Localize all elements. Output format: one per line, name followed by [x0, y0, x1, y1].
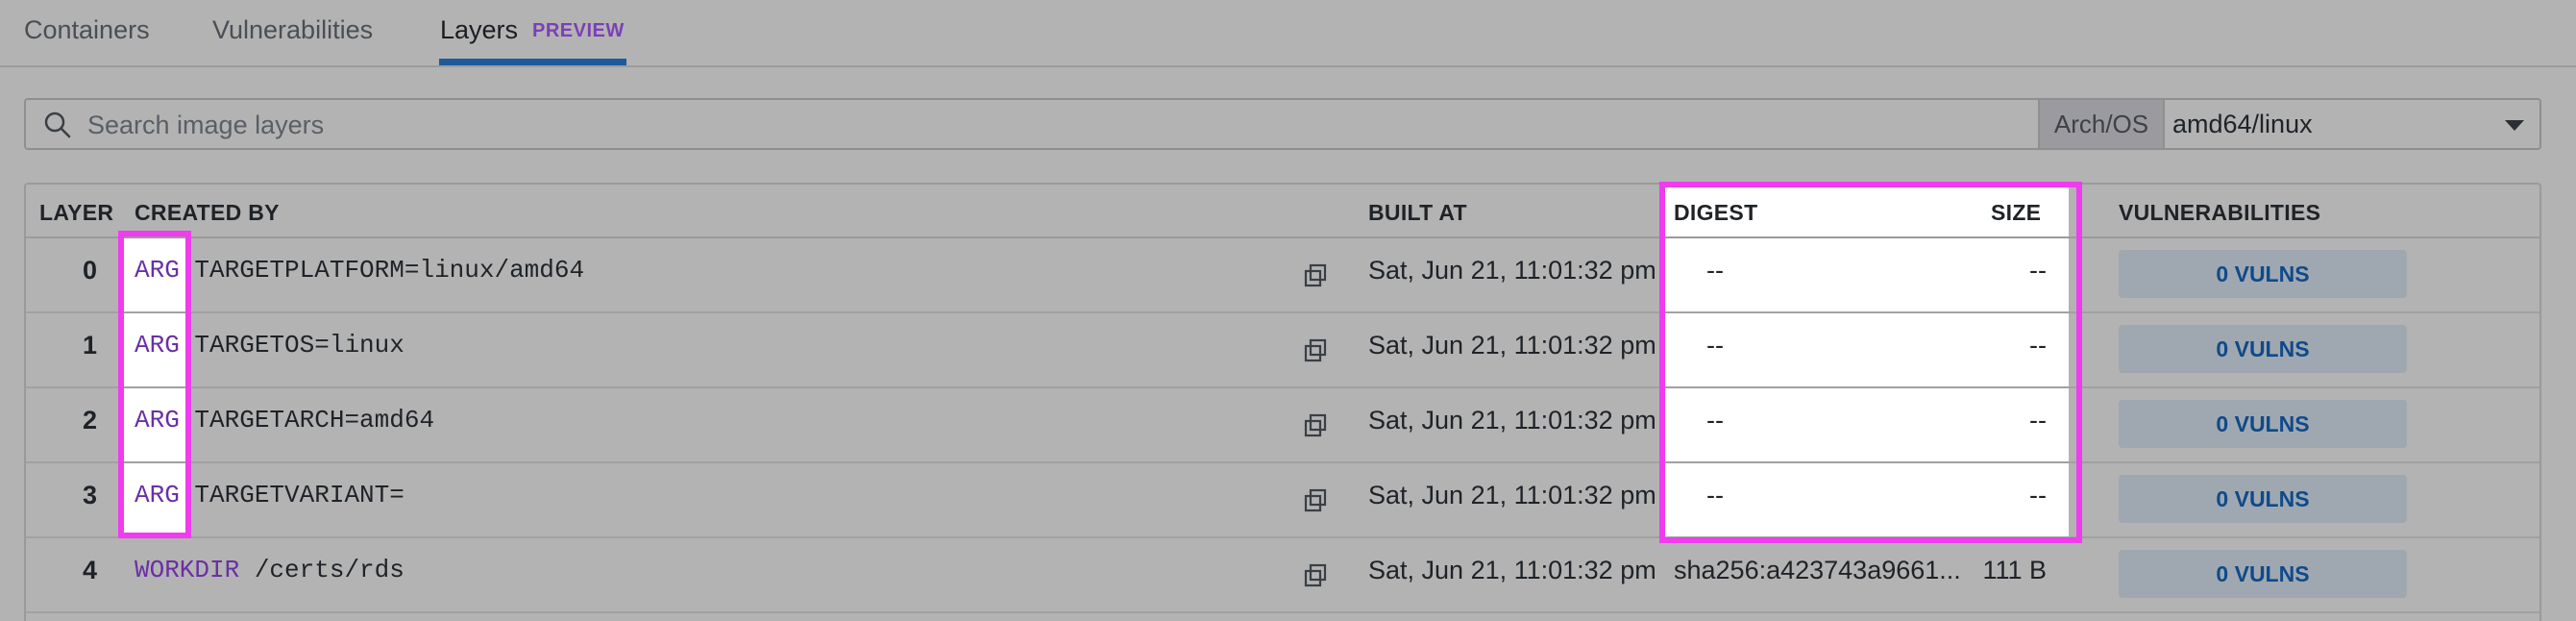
- table-row[interactable]: 3 ARG TARGETVARIANT= Sat, Jun 21, 11:01:…: [26, 463, 2539, 538]
- digest-value: --: [1706, 406, 1724, 435]
- command-args: TARGETARCH=amd64: [194, 406, 435, 435]
- header-digest: DIGEST: [1674, 200, 1758, 225]
- table-row[interactable]: 0 ARG TARGETPLATFORM=linux/amd64 Sat, Ju…: [26, 238, 2539, 313]
- arch-os-value: amd64/linux: [2172, 110, 2313, 138]
- preview-badge: PREVIEW: [532, 20, 625, 41]
- size-value: --: [2029, 256, 2047, 285]
- header-layer: LAYER: [39, 200, 114, 225]
- table-row[interactable]: 2 ARG TARGETARCH=amd64 Sat, Jun 21, 11:0…: [26, 388, 2539, 463]
- search-icon: [44, 112, 71, 138]
- tab-vulnerabilities[interactable]: Vulnerabilities: [212, 15, 373, 45]
- command-args: TARGETOS=linux: [194, 331, 405, 360]
- tab-containers[interactable]: Containers: [24, 15, 150, 45]
- vulns-button[interactable]: 0 VULNS: [2119, 325, 2407, 373]
- copy-icon[interactable]: [1303, 563, 1328, 588]
- table-row[interactable]: 4 WORKDIR /certs/rds Sat, Jun 21, 11:01:…: [26, 538, 2539, 613]
- built-at: Sat, Jun 21, 11:01:32 pm: [1368, 406, 1656, 435]
- tab-layers[interactable]: Layers: [440, 15, 518, 45]
- header-vulnerabilities: VULNERABILITIES: [2119, 200, 2321, 225]
- vulns-button[interactable]: 0 VULNS: [2119, 550, 2407, 598]
- layers-table: LAYER CREATED BY BUILT AT DIGEST SIZE VU…: [24, 183, 2541, 621]
- size-value: --: [2029, 481, 2047, 509]
- arch-os-select[interactable]: amd64/linux: [2172, 100, 2538, 148]
- built-at: Sat, Jun 21, 11:01:32 pm: [1368, 256, 1656, 285]
- copy-icon[interactable]: [1303, 263, 1328, 288]
- digest-value: --: [1706, 256, 1724, 285]
- size-value: 111 B: [1982, 556, 2047, 584]
- copy-icon[interactable]: [1303, 488, 1328, 513]
- layer-number: 1: [82, 331, 97, 360]
- chevron-down-icon: [2505, 120, 2524, 131]
- command-args: /certs/rds: [254, 556, 405, 584]
- vulns-button[interactable]: 0 VULNS: [2119, 400, 2407, 448]
- active-tab-indicator: [439, 59, 626, 65]
- command-args: TARGETPLATFORM=linux/amd64: [194, 256, 585, 285]
- built-at: Sat, Jun 21, 11:01:32 pm: [1368, 481, 1656, 509]
- header-built-at: BUILT AT: [1368, 200, 1467, 225]
- built-at: Sat, Jun 21, 11:01:32 pm: [1368, 556, 1656, 584]
- digest-value: --: [1706, 481, 1724, 509]
- command-keyword: ARG TARGETOS=linux: [135, 331, 405, 360]
- digest-value: --: [1706, 331, 1724, 360]
- header-size: SIZE: [1991, 200, 2042, 225]
- size-value: --: [2029, 406, 2047, 435]
- search-bar: Arch/OS amd64/linux: [24, 98, 2541, 150]
- header-created-by: CREATED BY: [135, 200, 280, 225]
- layer-number: 4: [82, 556, 97, 584]
- vulns-button[interactable]: 0 VULNS: [2119, 250, 2407, 298]
- layer-number: 3: [82, 481, 97, 509]
- layer-number: 2: [82, 406, 97, 435]
- command-args: TARGETVARIANT=: [194, 481, 405, 509]
- command-keyword: ARG TARGETPLATFORM=linux/amd64: [135, 256, 585, 285]
- command-keyword: WORKDIR /certs/rds: [135, 556, 405, 584]
- copy-icon[interactable]: [1303, 413, 1328, 438]
- tab-bar: Containers Vulnerabilities Layers PREVIE…: [0, 0, 2576, 67]
- size-value: --: [2029, 331, 2047, 360]
- command-keyword: ARG TARGETVARIANT=: [135, 481, 405, 509]
- vulns-button[interactable]: 0 VULNS: [2119, 475, 2407, 523]
- arch-os-label: Arch/OS: [2038, 100, 2165, 148]
- copy-icon[interactable]: [1303, 338, 1328, 363]
- search-input[interactable]: [86, 100, 2059, 150]
- layer-number: 0: [82, 256, 97, 285]
- built-at: Sat, Jun 21, 11:01:32 pm: [1368, 331, 1656, 360]
- table-row[interactable]: 1 ARG TARGETOS=linux Sat, Jun 21, 11:01:…: [26, 313, 2539, 388]
- command-keyword: ARG TARGETARCH=amd64: [135, 406, 435, 435]
